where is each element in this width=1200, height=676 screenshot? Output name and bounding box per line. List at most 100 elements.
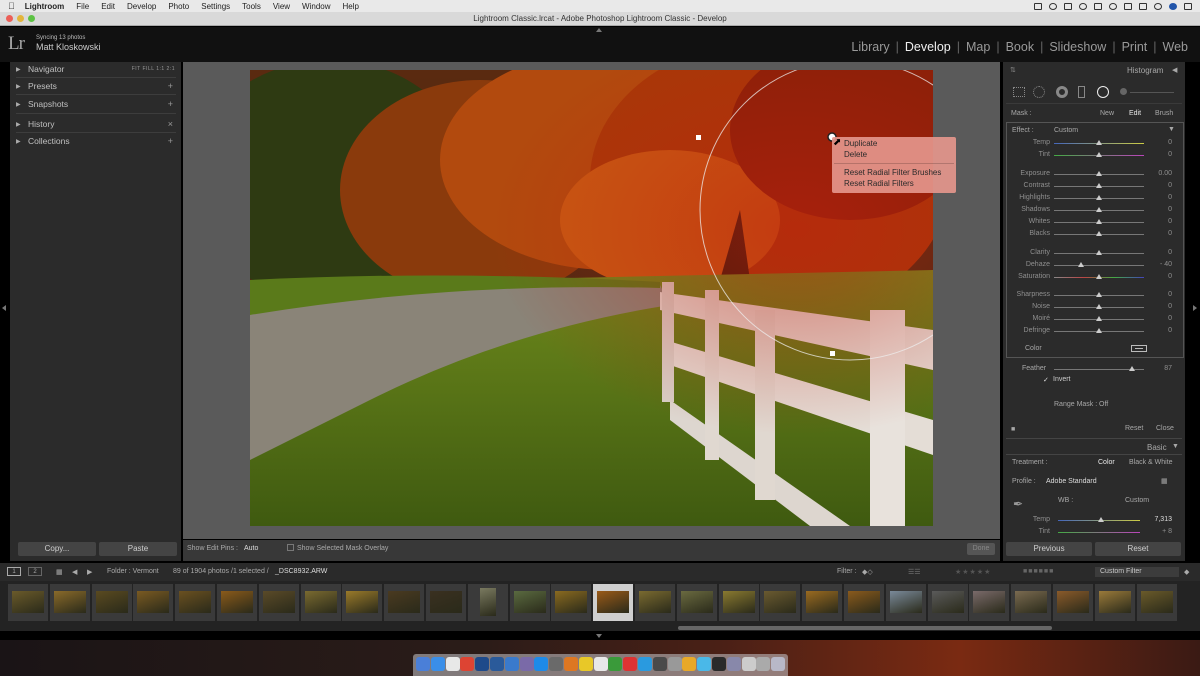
right-panel-toggle-icon[interactable]	[1193, 305, 1197, 311]
done-button[interactable]: Done	[967, 543, 995, 555]
radial-filter-icon[interactable]	[1097, 86, 1109, 98]
filmstrip-thumbnail[interactable]	[175, 584, 216, 621]
menu-item-duplicate[interactable]: Duplicate	[844, 139, 877, 148]
battery-icon[interactable]	[1124, 2, 1132, 10]
menu-photo[interactable]: Photo	[168, 2, 189, 11]
dock-app-icon[interactable]	[712, 657, 726, 671]
menu-view[interactable]: View	[273, 2, 290, 11]
filmstrip-thumbnail[interactable]	[467, 584, 508, 621]
filmstrip-thumbnail[interactable]	[217, 584, 257, 621]
module-slideshow[interactable]: Slideshow	[1043, 40, 1112, 54]
second-window-icon[interactable]: 2	[28, 567, 42, 576]
graduated-filter-icon[interactable]	[1078, 86, 1085, 98]
slider-knob[interactable]	[1096, 274, 1102, 279]
forward-arrow-icon[interactable]: ▶	[87, 568, 92, 576]
slider-value[interactable]: 0	[1150, 139, 1172, 146]
slider-knob[interactable]	[1096, 140, 1102, 145]
screen-icon[interactable]	[1034, 2, 1042, 10]
slider-knob[interactable]	[1096, 292, 1102, 297]
filmstrip-thumbnail[interactable]	[258, 584, 299, 621]
slider-value[interactable]: 0	[1150, 218, 1172, 225]
info-icon[interactable]: ⇅	[1010, 66, 1016, 74]
slider-knob[interactable]	[1096, 152, 1102, 157]
dock-app-icon[interactable]	[623, 657, 638, 671]
menu-list-icon[interactable]	[1184, 2, 1192, 10]
slider-knob[interactable]	[1078, 262, 1084, 267]
profile-browser-icon[interactable]: ▦	[1161, 477, 1168, 485]
red-eye-icon[interactable]	[1056, 86, 1068, 98]
add-preset-icon[interactable]: +	[168, 81, 173, 91]
clear-history-icon[interactable]: ×	[168, 119, 173, 129]
filmstrip-thumbnail[interactable]	[676, 584, 717, 621]
menu-settings[interactable]: Settings	[201, 2, 230, 11]
basic-tint-value[interactable]: + 8	[1150, 528, 1172, 535]
spot-removal-icon[interactable]	[1033, 86, 1045, 98]
user-icon[interactable]	[1169, 2, 1177, 10]
dock-app-icon[interactable]	[460, 657, 475, 671]
adjustment-brush-icon[interactable]	[1120, 88, 1127, 95]
filmstrip-thumbnail[interactable]	[8, 584, 48, 621]
dock-app-icon[interactable]	[445, 657, 460, 671]
slider-value[interactable]: 0	[1150, 182, 1172, 189]
search-icon[interactable]	[1154, 2, 1162, 10]
effect-collapse-icon[interactable]: ▼	[1168, 126, 1175, 133]
dock-app-icon[interactable]	[416, 657, 430, 671]
filter-lock-icon[interactable]: ◆	[1184, 568, 1189, 576]
menu-item-reset-radial-filters[interactable]: Reset Radial Filters	[844, 179, 914, 188]
filmstrip-thumbnail[interactable]	[802, 584, 843, 621]
treatment-color[interactable]: Color	[1098, 459, 1115, 466]
module-web[interactable]: Web	[1157, 40, 1194, 54]
filmstrip-thumbnail[interactable]	[509, 584, 550, 621]
previous-button[interactable]: Previous	[1006, 542, 1092, 556]
dock-app-icon[interactable]	[549, 657, 564, 671]
effect-select[interactable]: Custom	[1054, 127, 1078, 134]
dock-app-icon[interactable]	[475, 657, 490, 671]
filmstrip-thumbnail[interactable]	[969, 584, 1010, 621]
tool-slider[interactable]	[1130, 92, 1174, 93]
histogram-label[interactable]: Histogram	[1127, 66, 1163, 75]
wifi-icon[interactable]	[1109, 2, 1117, 10]
mask-edit[interactable]: Edit	[1129, 110, 1141, 117]
navigator-header[interactable]: ▶ Navigator FIT FILL 1:1 2:1	[16, 61, 175, 77]
slider-value[interactable]: 0	[1150, 230, 1172, 237]
slider-value[interactable]: 0	[1150, 151, 1172, 158]
add-collection-icon[interactable]: +	[168, 136, 173, 146]
basic-temp-value[interactable]: 7,313	[1150, 516, 1172, 523]
dock-app-icon[interactable]	[534, 657, 549, 671]
slider-knob[interactable]	[1096, 219, 1102, 224]
filmstrip-thumbnail[interactable]	[927, 584, 968, 621]
current-file-name[interactable]: _DSC8932.ARW	[275, 568, 327, 575]
volume-icon[interactable]	[1139, 2, 1147, 10]
reset-button[interactable]: Reset	[1095, 542, 1181, 556]
collapse-icon[interactable]: ◀	[1172, 66, 1177, 74]
slider-knob[interactable]	[1096, 304, 1102, 309]
module-book[interactable]: Book	[1000, 40, 1041, 54]
basic-temp-knob[interactable]	[1098, 517, 1104, 522]
filmstrip-thumbnail[interactable]	[49, 584, 90, 621]
back-arrow-icon[interactable]: ◀	[72, 568, 77, 576]
slider-track[interactable]	[1054, 265, 1144, 266]
bottom-panel-toggle-icon[interactable]	[596, 634, 602, 638]
treatment-bw[interactable]: Black & White	[1129, 459, 1173, 466]
menu-develop[interactable]: Develop	[127, 2, 156, 11]
filmstrip-thumbnail[interactable]	[1136, 584, 1177, 621]
filmstrip-thumbnail[interactable]	[551, 584, 592, 621]
filmstrip-thumbnail[interactable]	[593, 584, 634, 621]
filmstrip-thumbnail[interactable]	[426, 584, 466, 621]
mask-reset-button[interactable]: Reset	[1125, 425, 1143, 432]
slider-knob[interactable]	[1096, 250, 1102, 255]
rating-filter-icon[interactable]: ★★★★★	[955, 568, 991, 576]
menu-tools[interactable]: Tools	[242, 2, 261, 11]
slider-value[interactable]: 0	[1150, 303, 1172, 310]
slider-knob[interactable]	[1096, 231, 1102, 236]
dock-app-icon[interactable]	[726, 657, 741, 671]
slider-knob[interactable]	[1096, 316, 1102, 321]
slider-value[interactable]: 0	[1150, 327, 1172, 334]
paste-button[interactable]: Paste	[99, 542, 177, 556]
dock-app-icon[interactable]	[519, 657, 534, 671]
slider-value[interactable]: 0	[1150, 273, 1172, 280]
mask-brush[interactable]: Brush	[1155, 110, 1173, 117]
filter-select[interactable]: Custom Filter	[1095, 567, 1179, 577]
label-filter-icon[interactable]: ■■■■■■	[1023, 568, 1054, 575]
slider-knob[interactable]	[1096, 183, 1102, 188]
